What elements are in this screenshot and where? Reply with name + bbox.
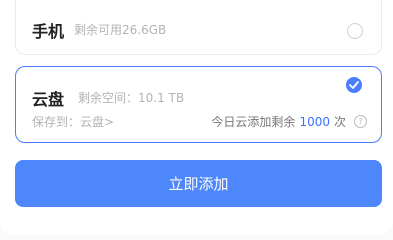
save-location-sheet: 手机 剩余可用26.6GB 云盘 剩余空间：10.1 TB 保存到：云盘> 今日… xyxy=(0,0,393,235)
quota-count: 1000 xyxy=(299,114,330,129)
cloud-remaining-space: 剩余空间：10.1 TB xyxy=(78,91,185,105)
cloud-storage-option[interactable]: 云盘 剩余空间：10.1 TB 保存到：云盘> 今日云添加剩余 1000 次 ? xyxy=(15,66,382,143)
phone-radio-unselected-icon[interactable] xyxy=(347,23,363,39)
help-question-icon[interactable]: ? xyxy=(354,115,367,128)
cloud-option-title: 云盘 xyxy=(32,90,65,109)
phone-option-title: 手机 xyxy=(32,22,65,41)
phone-storage-option[interactable]: 手机 剩余可用26.6GB xyxy=(15,0,382,55)
add-now-button[interactable]: 立即添加 xyxy=(15,160,382,207)
cloud-radio-selected-checkmark-icon[interactable] xyxy=(346,77,362,93)
quota-suffix: 次 xyxy=(333,115,346,129)
phone-remaining-space: 剩余可用26.6GB xyxy=(74,23,167,37)
quota-prefix: 今日云添加剩余 xyxy=(211,115,296,129)
daily-quota: 今日云添加剩余 1000 次 ? xyxy=(211,113,367,130)
save-to-folder-link[interactable]: 保存到：云盘> xyxy=(32,113,114,130)
